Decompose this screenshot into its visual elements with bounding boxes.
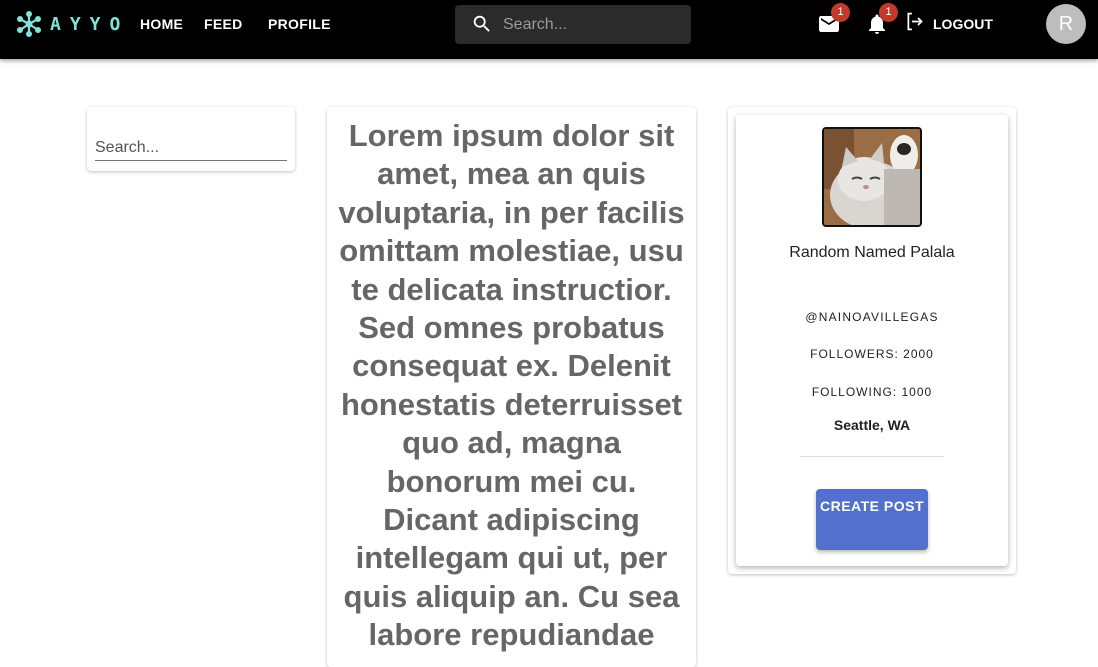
search-icon bbox=[471, 13, 493, 40]
logout-label: LOGOUT bbox=[933, 16, 993, 32]
profile-location: Seattle, WA bbox=[833, 417, 911, 433]
logo-icon bbox=[16, 11, 42, 37]
nav-profile[interactable]: PROFILE bbox=[268, 16, 331, 32]
bell-icon bbox=[865, 14, 889, 40]
header-search-input[interactable] bbox=[503, 5, 683, 44]
logo[interactable]: AYYO bbox=[16, 11, 129, 37]
following-count: FOLLOWING: 1000 bbox=[811, 385, 933, 399]
create-post-button[interactable]: CREATE POST bbox=[816, 489, 928, 550]
post-card: Lorem ipsum dolor sit amet, mea an quis … bbox=[327, 107, 696, 667]
header-search bbox=[455, 5, 691, 44]
nav-home[interactable]: HOME bbox=[140, 16, 183, 32]
cat-photo bbox=[824, 129, 920, 225]
top-app-bar: AYYO HOME FEED PROFILE 1 1 LOGOUT R bbox=[0, 0, 1098, 59]
notifications-badge: 1 bbox=[879, 3, 898, 22]
logout-button[interactable]: LOGOUT bbox=[904, 11, 993, 37]
notifications-button[interactable]: 1 bbox=[865, 3, 898, 36]
messages-button[interactable]: 1 bbox=[817, 3, 850, 36]
logout-icon bbox=[904, 11, 925, 37]
sidebar-search-input[interactable] bbox=[95, 135, 287, 161]
mail-icon bbox=[817, 16, 841, 40]
divider bbox=[800, 456, 944, 457]
profile-card: Random Named Palala @NAINOAVILLEGAS FOLL… bbox=[736, 115, 1008, 566]
profile-name: Random Named Palala bbox=[789, 244, 955, 261]
post-text: Lorem ipsum dolor sit amet, mea an quis … bbox=[338, 118, 685, 653]
messages-badge: 1 bbox=[831, 3, 850, 22]
followers-count: FOLLOWERS: 2000 bbox=[810, 347, 934, 361]
profile-handle: @NAINOAVILLEGAS bbox=[805, 310, 939, 324]
logo-text: AYYO bbox=[50, 13, 130, 35]
profile-photo bbox=[822, 127, 922, 227]
sidebar-search-card bbox=[87, 107, 295, 171]
nav-feed[interactable]: FEED bbox=[204, 16, 243, 32]
avatar[interactable]: R bbox=[1046, 4, 1086, 44]
